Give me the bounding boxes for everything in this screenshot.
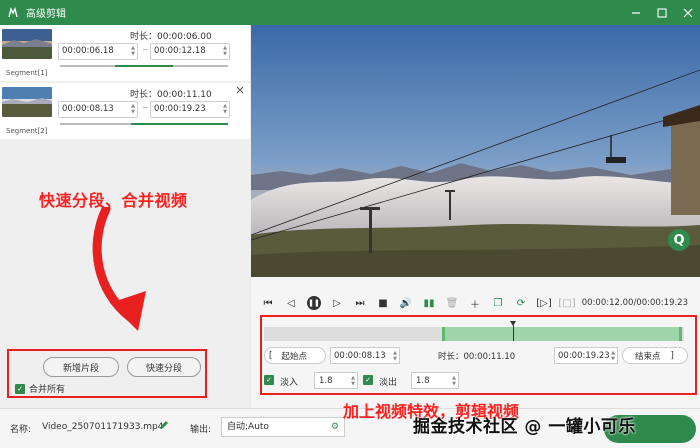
trim-row: [起始点 00:00:08.13 ▲ ▼ 时长：00:00:11.10 00:00:…: [264, 347, 688, 364]
segment-thumbnail: [2, 87, 52, 117]
gear-icon[interactable]: ⚙: [331, 418, 339, 436]
segment-label: Segment[2]: [6, 127, 48, 135]
video-preview[interactable]: Q: [251, 25, 700, 277]
segment-progress: [60, 123, 228, 125]
new-segment-button[interactable]: 新增片段: [43, 357, 119, 377]
video-frame: [251, 25, 700, 277]
playback-timecode: 00:00:12.00/00:00:19.23: [581, 298, 688, 308]
pause-icon[interactable]: ❚❚: [307, 296, 321, 310]
mark-in-out-icon[interactable]: [▷]: [536, 296, 552, 310]
segment-start-time[interactable]: 00:00:06.18 ▲ ▼: [58, 43, 138, 60]
skip-to-end-icon[interactable]: ⏭: [353, 296, 367, 310]
spin-arrows-icon[interactable]: ▲ ▼: [223, 45, 227, 57]
watermark-text: 掘金技术社区 @ 一罐小可乐: [413, 417, 636, 437]
spin-arrows-icon[interactable]: ▲ ▼: [223, 103, 227, 115]
fade-out-label: 淡出: [379, 378, 398, 388]
segment-start-time[interactable]: 00:00:08.13 ▲ ▼: [58, 101, 138, 118]
fade-in-checkbox[interactable]: ✓: [264, 375, 274, 385]
range-separator: ~: [142, 45, 149, 54]
edit-name-icon[interactable]: [159, 420, 169, 433]
red-arrow-icon: [92, 207, 146, 331]
spin-arrows-icon[interactable]: ▲ ▼: [131, 103, 135, 115]
maximize-icon[interactable]: [656, 7, 668, 19]
playhead-marker[interactable]: [510, 321, 516, 341]
segment-item[interactable]: Segment[2] 时长：00:00:11.10 00:00:08.13 ▲ ▼ …: [0, 83, 250, 139]
volume-icon[interactable]: 🔊: [399, 296, 413, 310]
close-icon[interactable]: [682, 7, 694, 19]
fade-in-input[interactable]: 1.8 ▲ ▼: [314, 372, 358, 389]
segment-end-time[interactable]: 00:00:12.18 ▲ ▼: [150, 43, 230, 60]
bracket-right-icon: ]: [670, 350, 674, 361]
step-forward-icon[interactable]: ▷: [330, 296, 344, 310]
segment-progress-fill: [115, 65, 173, 67]
name-label: 名称:: [10, 425, 32, 435]
set-start-point-button[interactable]: [起始点: [264, 347, 326, 364]
segment-thumbnail: [2, 29, 52, 59]
spin-arrows-icon[interactable]: ▲ ▼: [393, 350, 397, 362]
output-select[interactable]: 自动;Auto ⚙: [221, 417, 345, 437]
segment-progress-fill: [130, 123, 228, 125]
playback-toolbar: ⏮ ◁ ❚❚ ▷ ⏭ ■ 🔊 ▮▮ 🗑 ＋ ❐ ⟳ [▷] [□]: [261, 296, 576, 311]
segment-progress: [60, 65, 228, 67]
timeline-selection[interactable]: [442, 327, 682, 341]
frame-icon[interactable]: [□]: [558, 296, 575, 310]
trim-effects-box: [起始点 00:00:08.13 ▲ ▼ 时长：00:00:11.10 00:00:…: [260, 315, 697, 395]
set-end-point-button[interactable]: 结束点]: [622, 347, 688, 364]
timeline-track[interactable]: [264, 321, 684, 341]
segment-panel: Segment[1] 时长：00:00:06.00 00:00:06.18 ▲ ▼ …: [0, 25, 250, 408]
segment-actions-box: 新增片段 快速分段 ✓ 合并所有: [7, 349, 207, 398]
segment-item[interactable]: Segment[1] 时长：00:00:06.00 00:00:06.18 ▲ ▼ …: [0, 25, 250, 81]
end-time-input[interactable]: 00:00:19.23 ▲ ▼: [554, 347, 618, 364]
bracket-left-icon: [: [269, 350, 273, 361]
skip-to-start-icon[interactable]: ⏮: [261, 296, 275, 310]
spin-arrows-icon[interactable]: ▲ ▼: [452, 375, 456, 387]
step-back-icon[interactable]: ◁: [284, 296, 298, 310]
fade-row: ✓ 淡入 1.8 ▲ ▼ ✓ 淡出 1.8 ▲ ▼: [262, 372, 692, 389]
checkbox-checked-icon[interactable]: ✓: [15, 383, 25, 394]
title-bar: 高级剪辑: [0, 0, 700, 25]
trim-duration: 时长：00:00:11.10: [438, 351, 516, 362]
fade-out-input[interactable]: 1.8 ▲ ▼: [411, 372, 459, 389]
segment-duration: 时长：00:00:11.10: [130, 90, 212, 100]
add-icon[interactable]: ＋: [468, 296, 482, 311]
start-time-input[interactable]: 00:00:08.13 ▲ ▼: [330, 347, 400, 364]
segment-label: Segment[1]: [6, 69, 48, 77]
segment-duration: 时长：00:00:06.00: [130, 32, 212, 42]
brand-watermark-icon: Q: [668, 229, 690, 251]
fade-out-checkbox[interactable]: ✓: [363, 375, 373, 385]
stop-icon[interactable]: ■: [376, 296, 390, 310]
window-title: 高级剪辑: [26, 9, 66, 20]
close-segment-icon[interactable]: [236, 86, 244, 97]
fade-in-label: 淡入: [280, 378, 299, 388]
quick-split-button[interactable]: 快速分段: [127, 357, 201, 377]
copy-icon[interactable]: ❐: [491, 296, 505, 310]
spin-arrows-icon[interactable]: ▲ ▼: [351, 375, 355, 387]
file-name: Video_250701171933.mp4: [42, 422, 164, 432]
merge-all-checkbox[interactable]: ✓ 合并所有: [15, 382, 65, 395]
split-icon[interactable]: ▮▮: [422, 296, 436, 310]
spin-arrows-icon[interactable]: ▲ ▼: [131, 45, 135, 57]
segment-end-time[interactable]: 00:00:19.23 ▲ ▼: [150, 101, 230, 118]
range-separator: ~: [142, 103, 149, 112]
output-label: 输出:: [190, 425, 212, 435]
spin-arrows-icon[interactable]: ▲ ▼: [611, 350, 615, 362]
delete-icon[interactable]: 🗑: [445, 296, 459, 310]
app-logo-icon: [6, 6, 20, 20]
rotate-icon[interactable]: ⟳: [514, 296, 528, 310]
merge-all-label: 合并所有: [29, 385, 66, 395]
minimize-icon[interactable]: [630, 7, 642, 19]
